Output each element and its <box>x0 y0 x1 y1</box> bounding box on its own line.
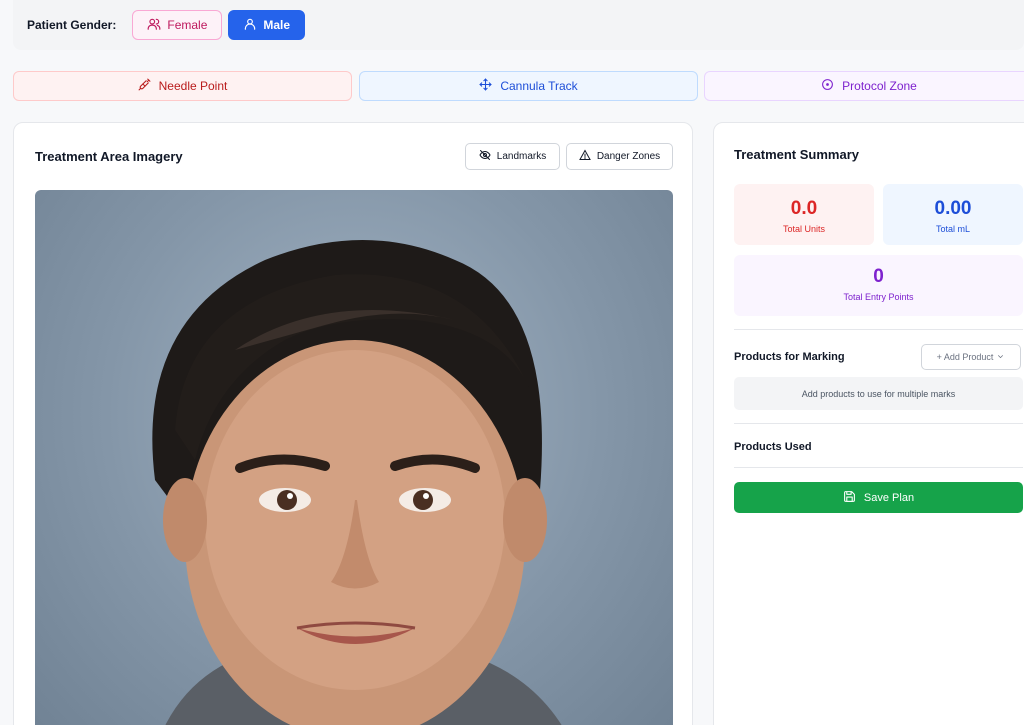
tool-protocol-label: Protocol Zone <box>842 79 917 93</box>
divider <box>734 423 1023 424</box>
chevron-down-icon <box>996 352 1005 363</box>
user-icon <box>243 17 257 34</box>
treatment-area-card: Treatment Area Imagery Landmarks Danger … <box>13 122 693 725</box>
tool-protocol-zone[interactable]: Protocol Zone <box>704 71 1024 101</box>
tool-cannula-label: Cannula Track <box>500 79 578 93</box>
total-ml-label: Total mL <box>935 224 970 234</box>
divider <box>734 467 1023 468</box>
treatment-summary-card: Treatment Summary 0.0 Total Units 0.00 T… <box>713 122 1024 725</box>
male-label: Male <box>263 18 291 32</box>
empty-products-text: Add products to use for multiple marks <box>801 388 956 399</box>
move-icon <box>479 78 492 94</box>
users-icon <box>147 17 161 34</box>
save-plan-button[interactable]: Save Plan <box>734 482 1023 513</box>
female-label: Female <box>167 18 208 32</box>
danger-zones-toggle-button[interactable]: Danger Zones <box>566 143 673 170</box>
tool-cannula-track[interactable]: Cannula Track <box>359 71 698 101</box>
total-entry-points-value: 0 <box>873 266 884 287</box>
landmarks-toggle-button[interactable]: Landmarks <box>465 143 560 170</box>
tool-needle-label: Needle Point <box>158 79 228 93</box>
eye-off-icon <box>479 149 491 164</box>
female-button[interactable]: Female <box>132 10 223 40</box>
save-plan-label: Save Plan <box>863 491 915 504</box>
total-entry-points-label: Total Entry Points <box>843 292 914 302</box>
gender-selector: Patient Gender: Female Male <box>13 0 1024 50</box>
divider <box>734 329 1023 330</box>
products-empty-state: Add products to use for multiple marks <box>734 377 1023 410</box>
gender-label: Patient Gender: <box>27 18 117 32</box>
save-icon <box>843 490 856 506</box>
total-units-stat: 0.0 Total Units <box>734 184 874 245</box>
patient-face-image[interactable] <box>35 190 673 725</box>
landmarks-label: Landmarks <box>496 151 547 162</box>
total-entry-points-stat: 0 Total Entry Points <box>734 255 1023 316</box>
total-units-label: Total Units <box>782 224 826 234</box>
imagery-title: Treatment Area Imagery <box>35 149 183 164</box>
products-marking-title: Products for Marking <box>734 351 845 363</box>
total-ml-value: 0.00 <box>934 198 972 219</box>
summary-title: Treatment Summary <box>734 147 859 162</box>
total-ml-stat: 0.00 Total mL <box>883 184 1023 245</box>
danger-zones-label: Danger Zones <box>596 151 661 162</box>
target-circle-icon <box>821 78 834 94</box>
total-units-value: 0.0 <box>790 198 818 219</box>
tool-needle-point[interactable]: Needle Point <box>13 71 352 101</box>
add-product-label: + Add Product <box>936 352 994 362</box>
add-product-dropdown[interactable]: + Add Product <box>921 344 1021 370</box>
products-used-title: Products Used <box>734 441 812 453</box>
male-button[interactable]: Male <box>228 10 306 40</box>
syringe-icon <box>138 78 151 94</box>
warning-triangle-icon <box>578 149 591 164</box>
